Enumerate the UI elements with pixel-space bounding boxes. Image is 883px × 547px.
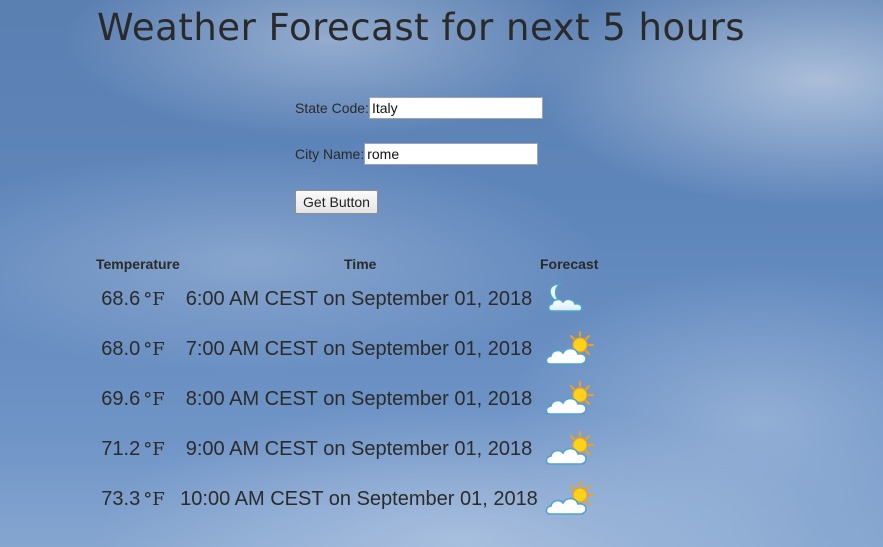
state-code-input[interactable] (368, 97, 543, 119)
temperature-value: 71.2 (101, 438, 141, 460)
get-button[interactable]: Get Button (295, 190, 378, 214)
temperature-value: 68.6 (101, 288, 141, 310)
night-clear-moon-icon (547, 283, 583, 312)
temperature-cell: 73.3 °F (88, 488, 178, 511)
page-title: Weather Forecast for next 5 hours (97, 6, 746, 49)
forecast-row: 68.0 °F 7:00 AM CEST on September 01, 201… (0, 330, 883, 370)
temperature-unit: °F (143, 489, 165, 510)
partly-cloudy-icon (545, 481, 594, 515)
temperature-cell: 69.6 °F (88, 388, 178, 411)
forecast-row: 68.6 °F 6:00 AM CEST on September 01, 201… (0, 280, 883, 320)
time-cell: 8:00 AM CEST on September 01, 2018 (185, 388, 533, 410)
forecast-row: 71.2 °F 9:00 AM CEST on September 01, 201… (0, 430, 883, 470)
forecast-row: 73.3 °F 10:00 AM CEST on September 01, 20… (0, 480, 883, 520)
time-cell: 6:00 AM CEST on September 01, 2018 (185, 288, 533, 310)
city-name-row: City Name: (295, 143, 539, 165)
time-cell: 10:00 AM CEST on September 01, 2018 (180, 488, 538, 510)
temperature-value: 68.0 (101, 338, 141, 360)
city-name-input[interactable] (364, 143, 539, 165)
temperature-header: Temperature (96, 256, 180, 272)
temperature-cell: 71.2 °F (88, 438, 178, 461)
partly-cloudy-icon (545, 381, 594, 415)
temperature-unit: °F (143, 389, 165, 410)
state-code-row: State Code: (295, 97, 543, 119)
city-name-label: City Name: (295, 146, 365, 162)
temperature-unit: °F (143, 439, 165, 460)
temperature-value: 69.6 (101, 388, 141, 410)
partly-cloudy-icon (545, 331, 594, 365)
temperature-cell: 68.6 °F (88, 288, 178, 311)
forecast-header: Forecast (540, 256, 599, 272)
temperature-value: 73.3 (101, 488, 141, 510)
temperature-unit: °F (143, 289, 165, 310)
state-code-label: State Code: (295, 100, 369, 116)
temperature-cell: 68.0 °F (88, 338, 178, 361)
temperature-unit: °F (143, 339, 165, 360)
time-cell: 7:00 AM CEST on September 01, 2018 (185, 338, 533, 360)
forecast-row: 69.6 °F 8:00 AM CEST on September 01, 201… (0, 380, 883, 420)
time-header: Time (344, 256, 377, 272)
time-cell: 9:00 AM CEST on September 01, 2018 (185, 438, 533, 460)
partly-cloudy-icon (545, 431, 594, 465)
